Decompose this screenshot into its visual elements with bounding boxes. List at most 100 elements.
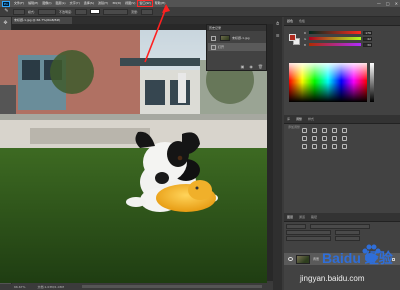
menu-layer[interactable]: 图层(L) [54, 0, 68, 7]
brush-icon[interactable]: ✎ [3, 8, 10, 15]
menu-view[interactable]: 视图(V) [123, 0, 137, 7]
adjustments-panel-tabs: 库 调整 样式 [284, 115, 400, 124]
tab-channels[interactable]: 通道 [299, 215, 305, 219]
tab-layers[interactable]: 图层 [287, 215, 293, 219]
tab-styles[interactable]: 样式 [308, 117, 314, 121]
adjustments-panel: 库 调整 样式 添加调整 [284, 115, 400, 155]
history-state-row[interactable]: 打开 [208, 43, 266, 51]
photo-filter-icon[interactable] [332, 136, 337, 141]
layer-filter-row [286, 224, 398, 229]
horizontal-scrollbar[interactable] [82, 285, 262, 288]
swatch-preview [90, 9, 101, 14]
blend-mode-select[interactable] [286, 230, 331, 235]
panel-dock-strip: ⏱ ☰ [273, 17, 282, 290]
zoom-level[interactable]: 66.67% [14, 285, 25, 289]
close-button[interactable]: ✕ [395, 0, 398, 7]
mode-label: 模式: [28, 9, 36, 14]
properties-panel-icon[interactable]: ☰ [275, 33, 281, 39]
blend-row [286, 230, 398, 235]
options-bar: ✎ 模式: 不透明度: 流量: [0, 7, 400, 17]
watermark-url: jingyan.baidu.com [300, 274, 365, 283]
exposure-icon[interactable] [332, 128, 337, 133]
tab-libraries[interactable]: 库 [287, 117, 290, 121]
red-slider-label: R [304, 30, 307, 35]
history-panel-title: 历史记录 [207, 25, 266, 31]
new-document-icon[interactable]: ▣ [241, 64, 245, 69]
photoshop-logo: Ps [2, 0, 10, 7]
menu-3d[interactable]: 3D(D) [110, 0, 123, 7]
layers-panel-tabs: 图层 通道 路径 [284, 213, 400, 222]
menu-edit[interactable]: 编辑(E) [26, 0, 40, 7]
menu-window[interactable]: 窗口(W) [137, 0, 153, 7]
blue-slider-label: B [304, 42, 307, 47]
red-value[interactable]: 176 [363, 30, 372, 35]
selective-color-icon[interactable] [342, 144, 347, 149]
menu-select[interactable]: 选择(S) [82, 0, 96, 7]
blue-value[interactable]: 30 [363, 42, 372, 47]
green-slider[interactable] [309, 37, 361, 40]
baidu-watermark: Baidu 经验 jingyan.baidu.com [300, 238, 400, 290]
trash-icon[interactable]: 🗑 [258, 64, 263, 69]
history-panel: 历史记录 未标题-1.jpg 打开 ▣ ◉ 🗑 [206, 24, 267, 71]
green-slider-row: G 42 [304, 36, 384, 41]
layer-opacity-input[interactable] [335, 230, 360, 235]
red-slider-row: R 176 [304, 30, 384, 35]
document-tab-bar: 未标题-1.jpg @ 66.7%(RGB/8#) [12, 17, 273, 24]
tab-swatches[interactable]: 色板 [299, 19, 305, 23]
maximize-button[interactable]: □ [386, 0, 390, 7]
curves-icon[interactable] [322, 128, 327, 133]
menu-image[interactable]: 图像(I) [40, 0, 53, 7]
color-balance-icon[interactable] [312, 136, 317, 141]
menu-file[interactable]: 文件(F) [12, 0, 26, 7]
flow-label: 流量: [131, 9, 139, 14]
layer-kind-filter[interactable] [286, 224, 306, 229]
status-bar: 66.67% 文档:1.03M/1.03M [12, 283, 273, 290]
snapshot-thumbnail [220, 35, 230, 41]
green-slider-label: G [304, 36, 307, 41]
menu-bar: Ps 文件(F) 编辑(E) 图像(I) 图层(L) 文字(Y) 选择(S) 滤… [0, 0, 400, 7]
menu-help[interactable]: 帮助(H) [153, 0, 168, 7]
snapshot-name: 未标题-1.jpg [232, 36, 250, 40]
gradient-map-icon[interactable] [332, 144, 337, 149]
levels-icon[interactable] [312, 128, 317, 133]
menu-filter[interactable]: 滤镜(T) [96, 0, 110, 7]
posterize-icon[interactable] [312, 144, 317, 149]
layer-filter-icons[interactable] [310, 224, 370, 229]
history-snapshot-row[interactable]: 未标题-1.jpg [208, 34, 266, 42]
history-state-name: 打开 [218, 45, 225, 49]
baidu-paw-icon [362, 244, 381, 263]
minimize-button[interactable]: — [377, 0, 381, 7]
document-tab[interactable]: 未标题-1.jpg @ 66.7%(RGB/8#) [12, 17, 72, 24]
vibrance-icon[interactable] [342, 128, 347, 133]
watermark-brand: Baidu 经验 [322, 250, 393, 266]
menu-type[interactable]: 文字(Y) [68, 0, 82, 7]
gradient-picker[interactable] [103, 8, 129, 15]
opacity-input[interactable] [75, 8, 88, 15]
color-panel-foreground[interactable] [289, 34, 296, 41]
color-spectrum[interactable] [289, 63, 367, 102]
green-value[interactable]: 42 [363, 36, 372, 41]
tab-adjustments[interactable]: 调整 [296, 117, 302, 121]
threshold-icon[interactable] [322, 144, 327, 149]
channel-mixer-icon[interactable] [342, 136, 347, 141]
brightness-icon[interactable] [302, 128, 307, 133]
tab-paths[interactable]: 路径 [311, 215, 317, 219]
tab-color[interactable]: 颜色 [287, 19, 293, 23]
red-slider[interactable] [309, 31, 361, 34]
snapshot-brush-icon [211, 35, 216, 41]
hue-saturation-icon[interactable] [302, 136, 307, 141]
history-footer: ▣ ◉ 🗑 [241, 64, 263, 69]
flow-input[interactable] [141, 8, 154, 15]
mode-select[interactable] [38, 8, 57, 15]
opacity-label: 不透明度: [59, 9, 73, 14]
camera-icon[interactable]: ◉ [249, 64, 253, 69]
document-size: 文档:1.03M/1.03M [37, 284, 65, 289]
invert-icon[interactable] [302, 144, 307, 149]
black-white-icon[interactable] [322, 136, 327, 141]
blue-slider[interactable] [309, 43, 361, 46]
brush-preset-picker[interactable] [13, 8, 25, 15]
move-tool-icon[interactable]: ✥ [2, 20, 9, 27]
history-panel-icon[interactable]: ⏱ [275, 21, 281, 27]
visibility-eye-icon[interactable] [288, 257, 293, 261]
grayscale-ramp[interactable] [370, 63, 374, 102]
